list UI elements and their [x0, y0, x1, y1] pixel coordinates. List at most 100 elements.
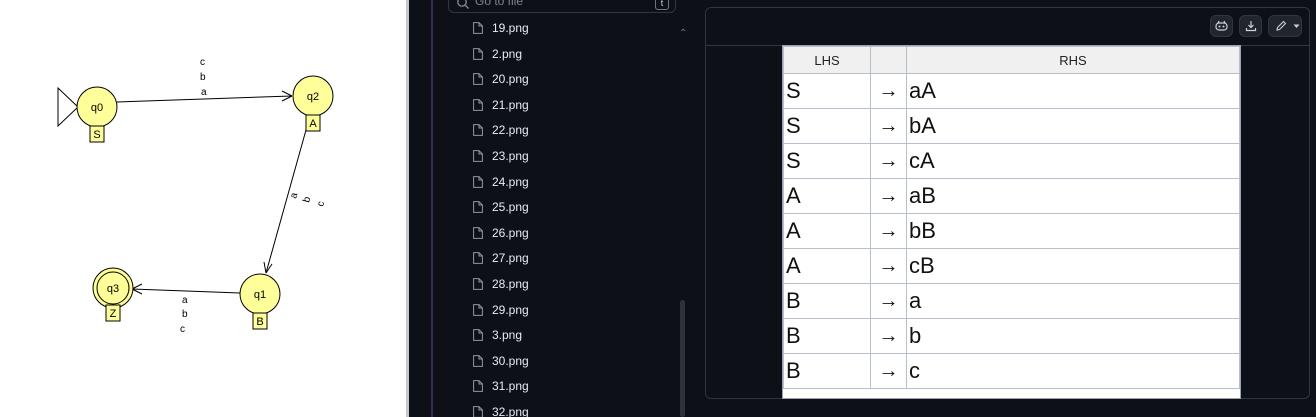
chevron-down-icon: [1293, 24, 1300, 28]
rhs-cell[interactable]: aA: [906, 73, 1240, 109]
rhs-cell[interactable]: bB: [906, 213, 1240, 249]
table-row[interactable]: A → bB: [783, 213, 1240, 249]
file-name: 26.png: [492, 225, 529, 240]
rhs-cell[interactable]: cA: [906, 143, 1240, 179]
arrow-header[interactable]: [870, 46, 907, 74]
file-list-item[interactable]: 26.png: [473, 222, 529, 244]
rhs-cell[interactable]: cB: [906, 248, 1240, 284]
state-label: q2: [307, 91, 319, 103]
edge-label: c: [315, 200, 327, 208]
search-placeholder: Go to file: [475, 0, 524, 8]
arrow-cell: →: [870, 318, 907, 354]
file-list-scrollbar[interactable]: [680, 300, 685, 417]
file-list-item[interactable]: 23.png: [473, 145, 529, 167]
shortcut-key-badge: t: [655, 0, 669, 10]
file-list-item[interactable]: 22.png: [473, 119, 529, 141]
lhs-cell[interactable]: S: [783, 143, 871, 179]
lhs-cell[interactable]: B: [783, 353, 871, 389]
file-icon: [473, 22, 483, 34]
rhs-header[interactable]: RHS: [906, 46, 1240, 74]
file-list-item[interactable]: 24.png: [473, 171, 529, 193]
table-row[interactable]: A → cB: [783, 248, 1240, 284]
file-name: 29.png: [492, 302, 529, 317]
arrow-cell: →: [870, 178, 907, 214]
download-button[interactable]: [1239, 15, 1262, 37]
grammar-table: LHS RHS S → aA S → bA S → cA A → aB A → bB A → cB B → a B → b B →…: [782, 45, 1241, 399]
download-icon: [1245, 21, 1256, 32]
state-q3[interactable]: q3 Z: [92, 267, 134, 322]
file-list-item[interactable]: 30.png: [473, 350, 529, 372]
table-row[interactable]: A → aB: [783, 178, 1240, 214]
file-icon: [473, 303, 483, 316]
automaton-canvas[interactable]: c b a a b c a b c q0 S q2 A q1 B q3 Z: [0, 0, 406, 417]
viewer-toolbar: [706, 8, 1309, 46]
file-name: 30.png: [492, 353, 529, 368]
edit-button[interactable]: [1268, 15, 1302, 37]
rhs-cell[interactable]: c: [906, 353, 1240, 389]
file-icon: [473, 354, 483, 367]
file-list-item[interactable]: 29.png: [473, 299, 529, 321]
lhs-cell[interactable]: S: [783, 73, 871, 109]
table-row[interactable]: B → c: [783, 353, 1240, 389]
file-list-item[interactable]: 21.png: [473, 94, 529, 116]
lhs-cell[interactable]: A: [783, 248, 871, 284]
grammar-rows: S → aA S → bA S → cA A → aB A → bB A → cB B → a B → b B → c: [783, 73, 1240, 389]
file-list-item[interactable]: 28.png: [473, 273, 529, 295]
state-q2[interactable]: q2 A: [292, 75, 334, 132]
lhs-cell[interactable]: B: [783, 318, 871, 354]
file-list-item[interactable]: 32.png: [473, 401, 529, 417]
arrow-cell: →: [870, 108, 907, 144]
file-list-item[interactable]: 25.png: [473, 196, 529, 218]
initial-state-marker: [57, 86, 79, 128]
rhs-cell[interactable]: bA: [906, 108, 1240, 144]
table-row[interactable]: B → a: [783, 283, 1240, 319]
file-icon: [473, 98, 483, 111]
lhs-header[interactable]: LHS: [783, 46, 871, 74]
table-row[interactable]: S → aA: [783, 73, 1240, 109]
edge-label: c: [180, 324, 185, 335]
file-icon: [473, 73, 483, 86]
table-header-row: LHS RHS: [783, 46, 1240, 74]
state-label: q0: [91, 102, 103, 114]
file-search-input[interactable]: Go to file t: [448, 0, 676, 13]
copilot-icon: [1215, 20, 1228, 31]
file-list-item[interactable]: 3.png: [473, 324, 522, 346]
file-name: 28.png: [492, 277, 529, 291]
file-list-item[interactable]: 27.png: [473, 247, 529, 269]
side-strip: [409, 0, 431, 417]
file-name: 31.png: [492, 379, 529, 394]
search-icon: [457, 0, 469, 9]
file-name: 32.png: [492, 405, 529, 417]
state-q1[interactable]: q1 B: [239, 273, 281, 330]
copilot-button[interactable]: [1210, 15, 1233, 37]
file-list-item[interactable]: 19.png: [473, 17, 529, 39]
scroll-up-arrow-icon[interactable]: ⌃: [679, 28, 687, 39]
file-name: 27.png: [492, 251, 529, 266]
file-icon: [473, 406, 483, 417]
lhs-cell[interactable]: B: [783, 283, 871, 319]
arrow-cell: →: [870, 73, 907, 109]
file-list-item[interactable]: 2.png: [473, 43, 522, 65]
state-q0[interactable]: q0 S: [76, 86, 118, 143]
rhs-cell[interactable]: b: [906, 318, 1240, 354]
edge-label: b: [182, 309, 188, 320]
table-row[interactable]: S → bA: [783, 108, 1240, 144]
file-icon: [473, 201, 483, 214]
arrow-cell: →: [870, 353, 907, 389]
lhs-cell[interactable]: A: [783, 178, 871, 214]
table-row[interactable]: B → b: [783, 318, 1240, 354]
table-row[interactable]: S → cA: [783, 143, 1240, 179]
lhs-cell[interactable]: S: [783, 108, 871, 144]
file-icon: [473, 150, 483, 162]
lhs-cell[interactable]: A: [783, 213, 871, 249]
file-list-item[interactable]: 20.png: [473, 68, 529, 90]
rhs-cell[interactable]: aB: [906, 178, 1240, 214]
file-tree-panel: Go to file t 19.png 2.png 20.png 21.png 22.p…: [433, 0, 690, 417]
file-name: 19.png: [492, 21, 529, 35]
file-icon: [473, 226, 483, 239]
arrow-cell: →: [870, 143, 907, 179]
rhs-cell[interactable]: a: [906, 283, 1240, 319]
edge-label: a: [201, 87, 207, 98]
file-list-item[interactable]: 31.png: [473, 375, 529, 397]
state-label: q1: [254, 289, 266, 301]
